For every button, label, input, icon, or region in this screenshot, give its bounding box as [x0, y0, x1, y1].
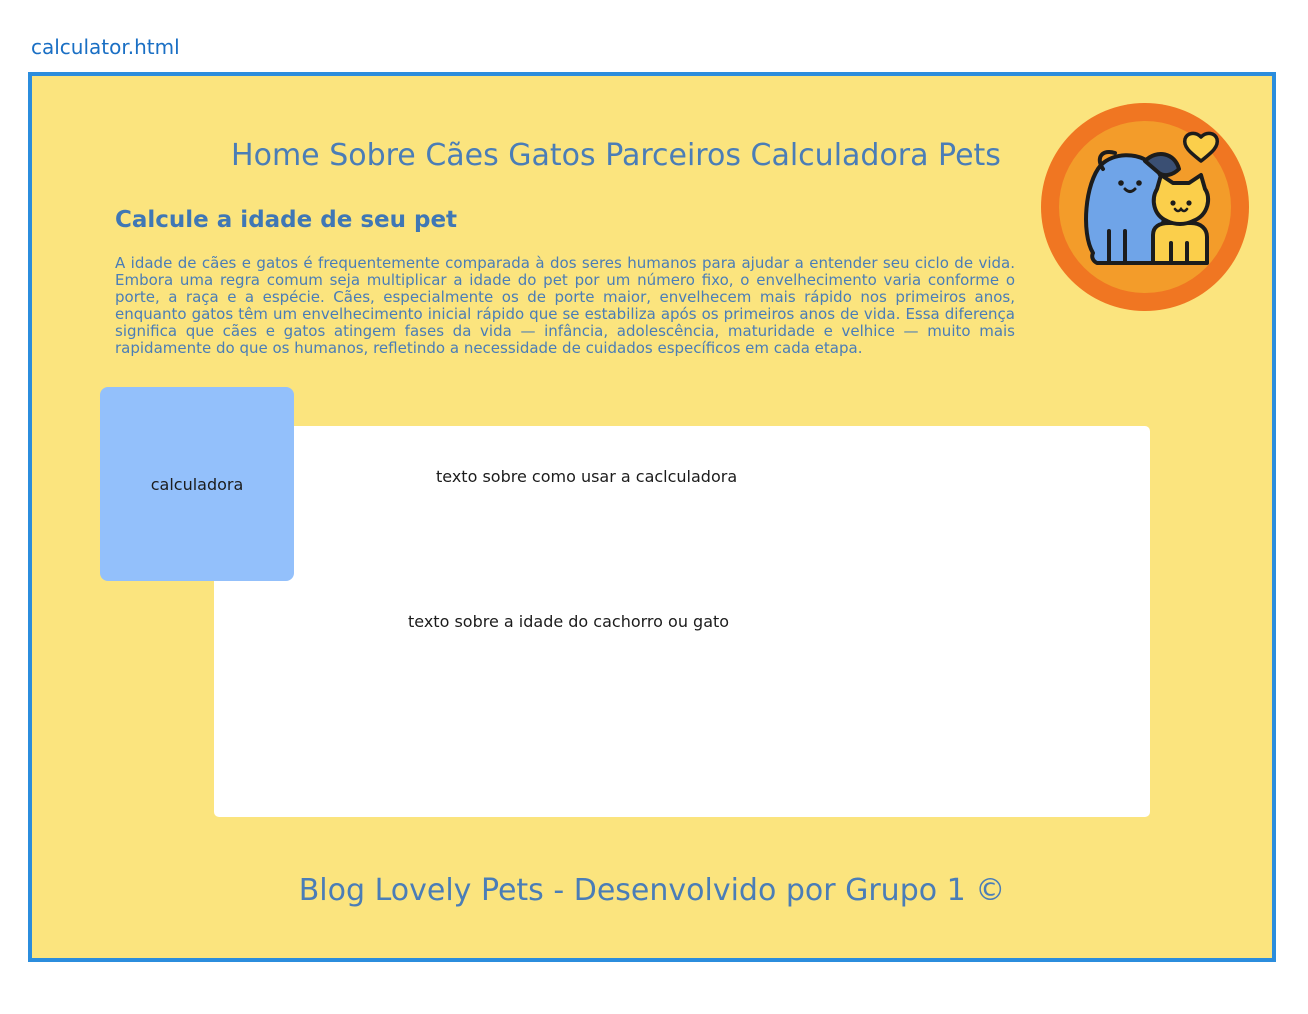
- nav-item-calculadora-pets[interactable]: Calculadora Pets: [751, 138, 1001, 173]
- nav-menu: Home Sobre Cães Gatos Parceiros Calculad…: [32, 138, 1200, 173]
- info-panel: texto sobre como usar a caclculadora tex…: [214, 426, 1150, 817]
- file-label: calculator.html: [31, 35, 180, 59]
- nav-item-gatos[interactable]: Gatos: [508, 138, 595, 173]
- nav-item-caes[interactable]: Cães: [425, 138, 498, 173]
- age-text: texto sobre a idade do cachorro ou gato: [408, 612, 730, 631]
- nav-item-sobre[interactable]: Sobre: [329, 138, 416, 173]
- nav-item-parceiros[interactable]: Parceiros: [605, 138, 741, 173]
- intro-paragraph: A idade de cães e gatos é frequentemente…: [115, 254, 1015, 357]
- page-title: Calcule a idade de seu pet: [115, 207, 458, 233]
- calculator-label: calculadora: [150, 474, 244, 494]
- calculator-button[interactable]: calculadora: [100, 387, 294, 581]
- usage-text: texto sobre como usar a caclculadora: [436, 467, 738, 486]
- dog-and-cat-with-heart-icon: [1041, 103, 1249, 311]
- footer-text: Blog Lovely Pets - Desenvolvido por Grup…: [298, 873, 1006, 908]
- nav-item-home[interactable]: Home: [231, 138, 320, 173]
- page-frame: Home Sobre Cães Gatos Parceiros Calculad…: [28, 72, 1276, 962]
